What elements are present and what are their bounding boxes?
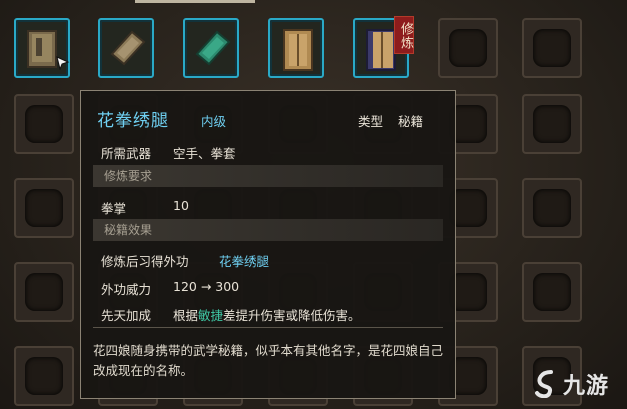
weapon-value: 空手、拳套: [173, 146, 236, 161]
effects-header: 秘籍效果: [93, 219, 443, 241]
watermark-logo-icon: [535, 370, 553, 398]
requirement-value: 10: [173, 198, 189, 213]
power-value: 120 → 300: [173, 279, 240, 294]
weapon-row: 所需武器 空手、拳套: [101, 143, 236, 162]
item-description: 花四娘随身携带的武学秘籍，似乎本有其他名字，是花四娘自己改成现在的名称。: [93, 343, 444, 378]
requirement-row: 拳掌 10: [101, 198, 189, 217]
power-row: 外功威力 120 → 300: [101, 279, 239, 298]
innate-highlight: 敏捷: [198, 308, 224, 323]
innate-suffix: 差提升伤害或降低伤害。: [223, 308, 361, 323]
innate-row: 先天加成 根据敏捷差提升伤害或降低伤害。: [101, 305, 361, 324]
inventory-slot-empty[interactable]: [522, 18, 582, 78]
innate-prefix: 根据: [173, 308, 199, 323]
inventory-slot-empty[interactable]: [14, 262, 74, 322]
inventory-slot-empty[interactable]: [14, 346, 74, 406]
book-icon: [195, 30, 231, 66]
weapon-label: 所需武器: [101, 146, 152, 161]
item-tooltip: 花拳绣腿 内级 类型 秘籍 所需武器 空手、拳套 修炼要求 拳掌 10 秘籍效果…: [80, 90, 456, 399]
item-title: 花拳绣腿: [97, 111, 169, 131]
innate-label: 先天加成: [101, 308, 152, 323]
type-value: 秘籍: [398, 114, 424, 129]
book-icon: [110, 30, 146, 66]
cultivating-tag: 修炼: [394, 16, 414, 54]
tab-indicator: [135, 0, 255, 3]
cursor-icon: [56, 56, 70, 70]
watermark: 九游: [533, 366, 623, 402]
divider: [93, 327, 443, 328]
inventory-slot-book-4[interactable]: [268, 18, 324, 78]
inventory-slot-empty[interactable]: [522, 262, 582, 322]
learn-row: 修炼后习得外功 花拳绣腿: [101, 251, 269, 270]
inventory-slot-empty[interactable]: [522, 178, 582, 238]
learn-value: 花拳绣腿: [219, 254, 270, 269]
learn-label: 修炼后习得外功: [101, 254, 189, 269]
inventory-slot-empty[interactable]: [14, 94, 74, 154]
power-label: 外功威力: [101, 282, 152, 297]
inventory-slot-empty[interactable]: [438, 18, 498, 78]
requirements-header: 修炼要求: [93, 165, 443, 187]
inventory-slot-book-1[interactable]: [14, 18, 70, 78]
inventory-slot-empty[interactable]: [14, 178, 74, 238]
inventory-slot-empty[interactable]: [522, 94, 582, 154]
item-grade: 内级: [201, 114, 227, 129]
watermark-text: 九游: [563, 374, 610, 399]
innate-text: 根据敏捷差提升伤害或降低伤害。: [173, 305, 361, 324]
requirement-label: 拳掌: [101, 201, 127, 216]
inventory-slot-book-3[interactable]: [183, 18, 239, 78]
inventory-slot-book-2[interactable]: [98, 18, 154, 78]
type-label: 类型: [358, 114, 384, 129]
scroll-book-icon: [283, 29, 313, 71]
